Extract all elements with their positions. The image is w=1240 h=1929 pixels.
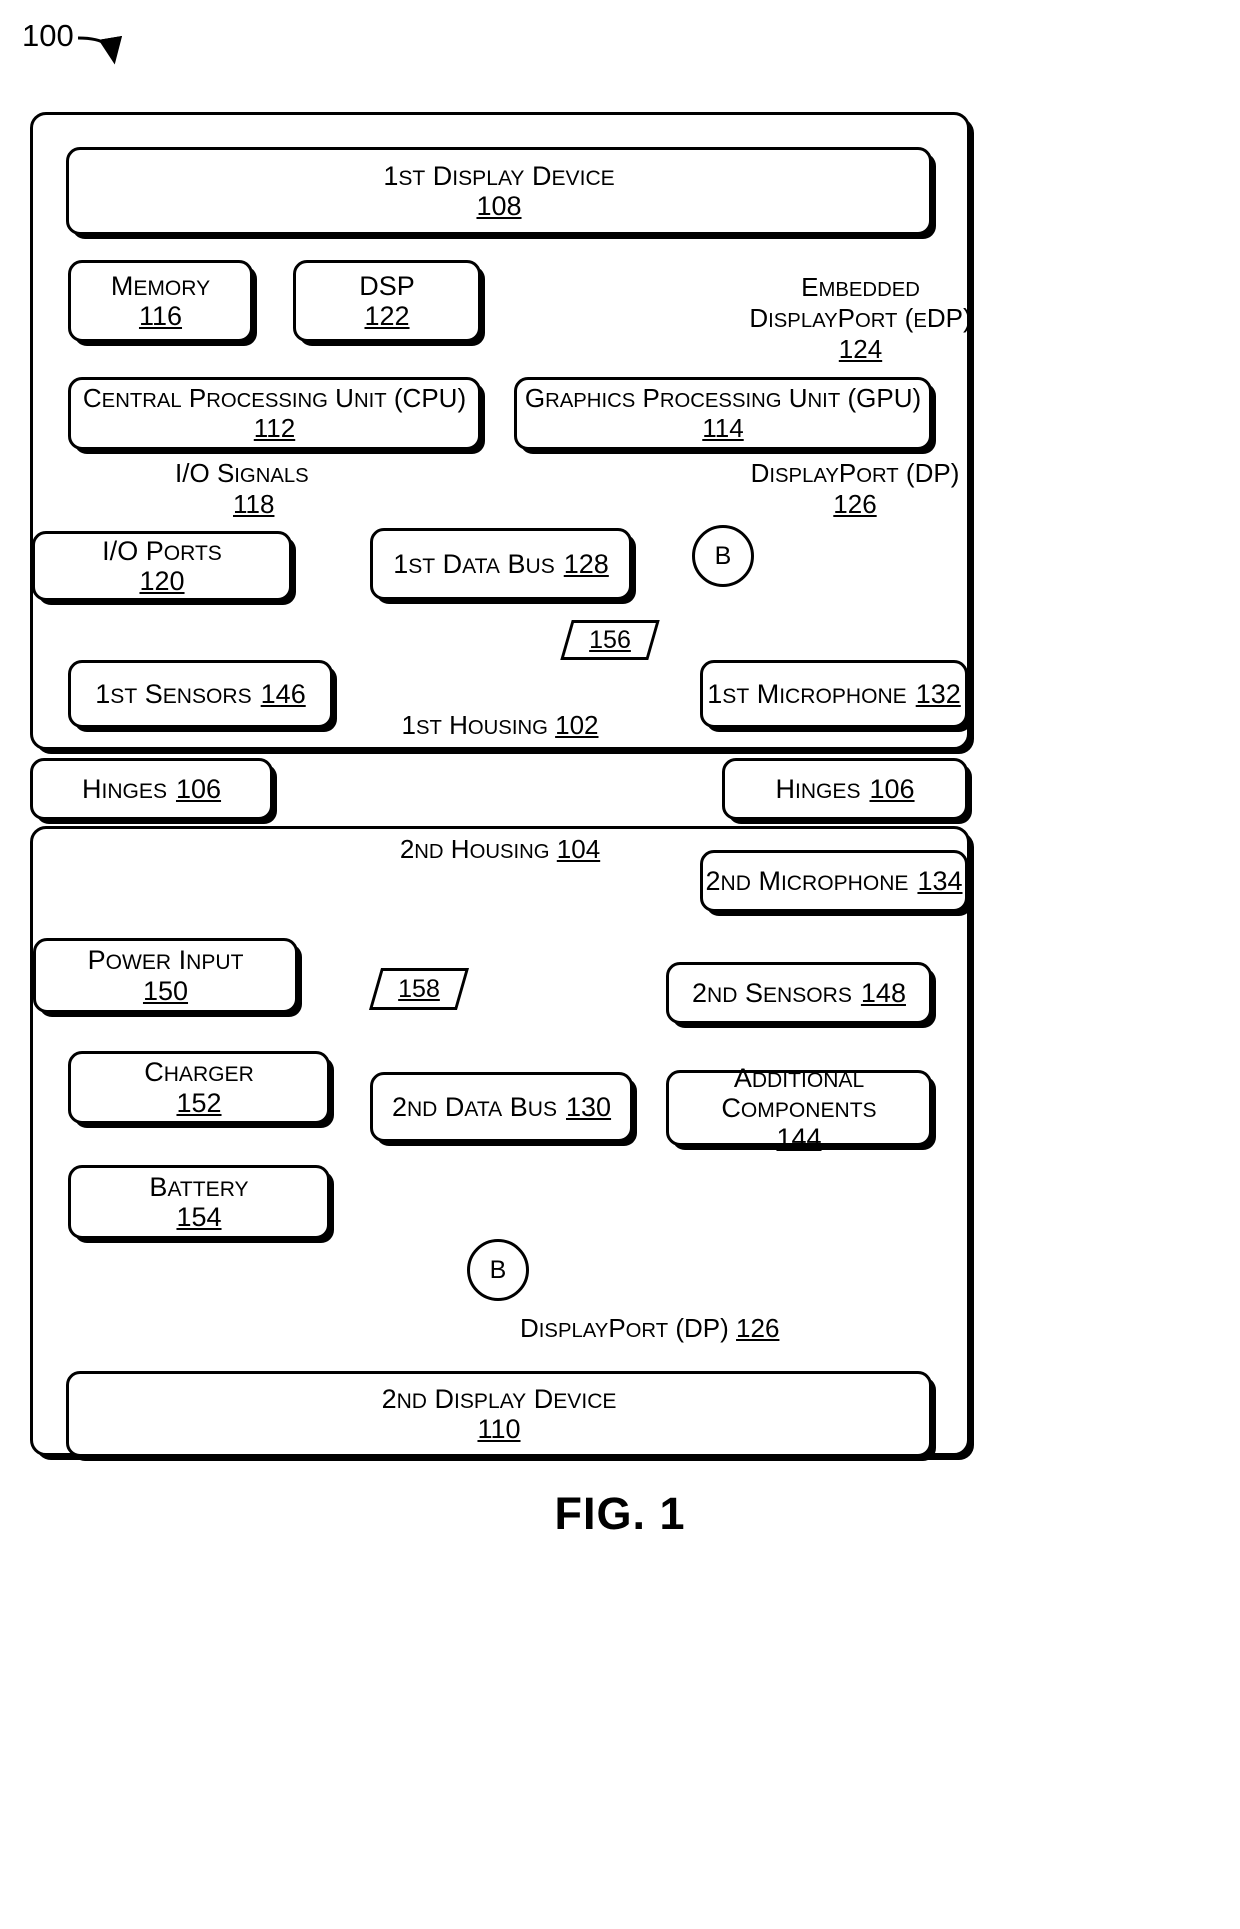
block-second-microphone-ref: 134 <box>917 865 963 896</box>
block-second-microphone-label: 2ND MICROPHONE <box>705 865 909 896</box>
block-additional-components-ref: 144 <box>776 1123 822 1154</box>
marker-158-label: 158 <box>398 974 440 1003</box>
block-charger-label: CHARGER <box>144 1057 254 1088</box>
offpage-connector-b-bottom[interactable]: B <box>467 1239 529 1301</box>
block-second-sensors-ref: 148 <box>860 977 906 1008</box>
block-memory[interactable]: MEMORY 116 <box>68 260 253 342</box>
block-first-microphone-label: 1ST MICROPHONE <box>707 678 907 709</box>
connector-label-dp-bottom-ref: 126 <box>736 1313 780 1343</box>
block-hinges-right[interactable]: HINGES 106 <box>722 758 968 820</box>
block-io-ports[interactable]: I/O PORTS 120 <box>32 531 292 601</box>
block-first-sensors-ref: 146 <box>260 678 306 709</box>
block-cpu-ref: 112 <box>253 412 296 443</box>
first-housing-label-text: 1ST HOUSING <box>401 710 548 740</box>
block-first-display-device-label: 1ST DISPLAY DEVICE <box>383 160 615 191</box>
block-dsp-ref: 122 <box>364 301 410 331</box>
block-hinges-left-ref: 106 <box>175 773 222 804</box>
block-first-data-bus-label: 1ST DATA BUS <box>393 548 555 579</box>
second-housing-label-text: 2ND HOUSING <box>399 834 550 864</box>
block-memory-label: MEMORY <box>110 270 211 301</box>
block-second-display-device-label: 2ND DISPLAY DEVICE <box>381 1383 617 1414</box>
block-io-ports-label: I/O PORTS <box>102 535 222 566</box>
block-second-data-bus-label: 2ND DATA BUS <box>391 1091 557 1122</box>
figure-caption: FIG. 1 <box>554 1488 686 1539</box>
block-charger[interactable]: CHARGER 152 <box>68 1051 330 1124</box>
block-second-display-device-ref: 110 <box>477 1414 521 1444</box>
block-cpu-label: CENTRAL PROCESSING UNIT (CPU) <box>82 383 467 414</box>
connector-label-edp-line1: EMBEDDED <box>801 272 920 302</box>
block-battery-label: BATTERY <box>149 1171 249 1202</box>
block-memory-ref: 116 <box>138 301 183 331</box>
marker-parallelogram-158: 158 <box>368 968 470 1010</box>
connector-label-dp-top-text: DISPLAYPORT (DP) <box>750 458 960 488</box>
connector-label-dp-bottom: DISPLAYPORT (DP) 126 <box>520 1313 800 1344</box>
figure-reference-numeral: 100 <box>22 18 74 53</box>
block-second-data-bus-ref: 130 <box>566 1091 612 1122</box>
block-gpu-ref: 114 <box>702 412 744 443</box>
block-additional-components-label-line1: ADDITIONAL COMPONENTS <box>721 1062 877 1123</box>
block-dsp[interactable]: DSP 122 <box>293 260 481 342</box>
block-hinges-right-ref: 106 <box>869 773 915 804</box>
block-first-display-device[interactable]: 1ST DISPLAY DEVICE 108 <box>66 147 932 235</box>
connector-label-edp: EMBEDDED DISPLAYPORT (EDP) 124 <box>738 272 983 366</box>
connector-label-io-signals-ref: 118 <box>233 489 275 520</box>
block-second-microphone[interactable]: 2ND MICROPHONE 134 <box>700 850 968 912</box>
connector-label-dp-top-ref: 126 <box>833 489 877 520</box>
offpage-connector-b-top[interactable]: B <box>692 525 754 587</box>
first-housing-label: 1ST HOUSING 102 <box>330 710 670 741</box>
block-second-display-device[interactable]: 2ND DISPLAY DEVICE 110 <box>66 1371 932 1457</box>
block-power-input[interactable]: POWER INPUT 150 <box>33 938 298 1013</box>
offpage-connector-b-bottom-label: B <box>489 1255 507 1284</box>
marker-parallelogram-156: 156 <box>560 620 660 660</box>
block-first-display-device-ref: 108 <box>476 191 522 221</box>
block-dsp-label: DSP <box>359 270 415 301</box>
connector-label-edp-line2: DISPLAYPORT (EDP) <box>749 303 972 334</box>
block-hinges-left-label: HINGES <box>81 773 167 804</box>
block-power-input-ref: 150 <box>142 975 189 1006</box>
block-first-sensors[interactable]: 1ST SENSORS 146 <box>68 660 333 728</box>
connector-label-edp-ref: 124 <box>838 334 883 365</box>
block-first-microphone[interactable]: 1ST MICROPHONE 132 <box>700 660 968 728</box>
block-first-microphone-ref: 132 <box>915 678 961 709</box>
first-housing-ref: 102 <box>555 710 599 740</box>
block-gpu-label: GRAPHICS PROCESSING UNIT (GPU) <box>524 383 922 414</box>
offpage-connector-b-top-label: B <box>714 541 732 570</box>
block-first-sensors-label: 1ST SENSORS <box>95 678 252 709</box>
block-hinges-left[interactable]: HINGES 106 <box>30 758 273 820</box>
block-io-ports-ref: 120 <box>139 566 185 596</box>
block-first-data-bus[interactable]: 1ST DATA BUS 128 <box>370 528 632 600</box>
block-hinges-right-label: HINGES <box>775 773 861 804</box>
block-second-data-bus[interactable]: 2ND DATA BUS 130 <box>370 1072 633 1142</box>
connector-label-dp-bottom-text: DISPLAYPORT (DP) <box>520 1313 729 1343</box>
block-first-data-bus-ref: 128 <box>563 548 609 579</box>
connector-label-io-signals: I/O SIGNALS 118 <box>175 458 375 520</box>
block-second-sensors-label: 2ND SENSORS <box>692 977 852 1008</box>
patent-figure-canvas: 100 1ST HOUSING 102 1ST DISPLAY DEVICE 1… <box>0 0 1240 1929</box>
block-cpu[interactable]: CENTRAL PROCESSING UNIT (CPU) 112 <box>68 377 481 450</box>
block-additional-components[interactable]: ADDITIONAL COMPONENTS 144 <box>666 1063 932 1153</box>
block-power-input-label: POWER INPUT <box>87 945 244 976</box>
second-housing-label: 2ND HOUSING 104 <box>330 834 670 865</box>
block-battery-ref: 154 <box>176 1202 222 1232</box>
connector-label-io-signals-text: I/O SIGNALS <box>175 458 309 488</box>
marker-156-label: 156 <box>589 625 631 654</box>
block-second-sensors[interactable]: 2ND SENSORS 148 <box>666 962 932 1024</box>
block-charger-ref: 152 <box>176 1087 222 1118</box>
connector-label-dp-top: DISPLAYPORT (DP) 126 <box>735 458 975 520</box>
second-housing-ref: 104 <box>556 834 601 864</box>
block-battery[interactable]: BATTERY 154 <box>68 1165 330 1239</box>
block-gpu[interactable]: GRAPHICS PROCESSING UNIT (GPU) 114 <box>514 377 932 450</box>
